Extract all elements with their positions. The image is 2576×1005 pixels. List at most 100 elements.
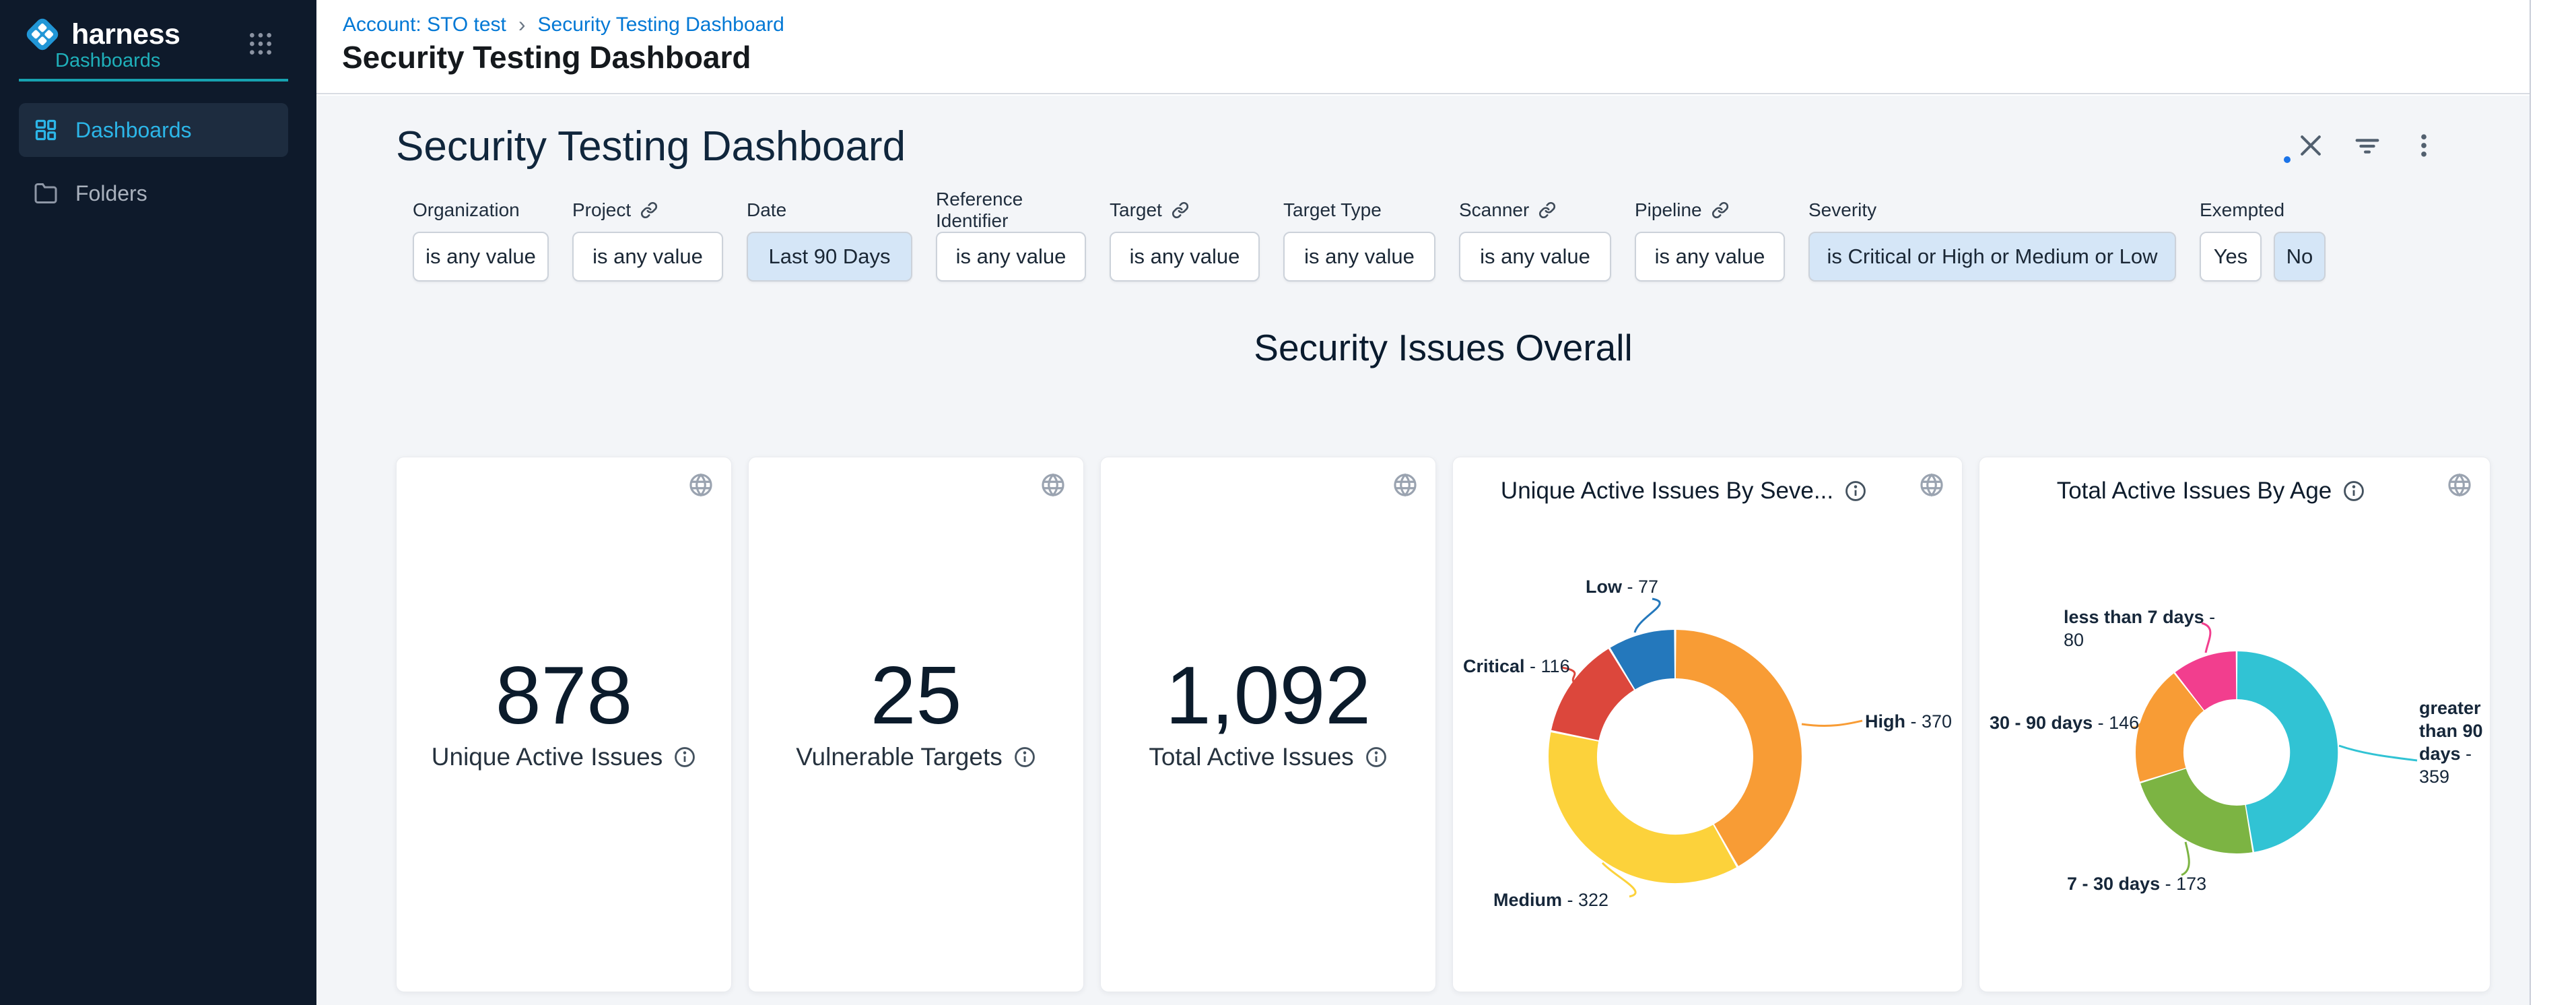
donut-callout-label: 30 - 90 days - 146	[1990, 711, 2151, 734]
globe-icon	[1040, 472, 1066, 498]
donut-leader-line	[1635, 599, 1660, 633]
stat-label: Vulnerable Targets	[796, 743, 1002, 771]
filter-target: Target is any value	[1110, 198, 1260, 282]
filter-value-chip[interactable]: is any value	[936, 232, 1086, 282]
close-icon[interactable]	[2295, 129, 2327, 162]
stat-label: Total Active Issues	[1149, 743, 1353, 771]
donut-card-issues-by-severity: Unique Active Issues By Seve... High - 3…	[1452, 457, 1963, 992]
donut-segment-low[interactable]	[1623, 654, 1674, 669]
sidebar-nav: Dashboards Folders	[19, 103, 288, 220]
sidebar: harness Dashboards Dashboards	[0, 0, 316, 1005]
brand-name: harness	[71, 18, 180, 51]
filter-exempted: Exempted Yes No	[2200, 198, 2326, 282]
donut-leader-line	[2181, 842, 2189, 875]
filter-severity: Severity is Critical or High or Medium o…	[1808, 198, 2176, 282]
breadcrumb-separator: ›	[518, 12, 526, 37]
filter-value-chip[interactable]: Last 90 Days	[747, 232, 912, 282]
filter-value-chip[interactable]: is any value	[1635, 232, 1785, 282]
page-title: Security Testing Dashboard	[342, 39, 751, 75]
filter-value-chip[interactable]: is any value	[1110, 232, 1260, 282]
donut-segment-medium[interactable]	[1573, 737, 1725, 859]
breadcrumb-current-link[interactable]: Security Testing Dashboard	[538, 13, 784, 36]
donut-segment-7-30-days[interactable]	[2163, 776, 2249, 829]
filter-value-chip[interactable]: is any value	[1283, 232, 1435, 282]
stat-card-total-active-issues: 1,092 Total Active Issues	[1100, 457, 1436, 992]
stat-label: Unique Active Issues	[432, 743, 663, 771]
donut-callout-label: less than 7 days - 80	[2064, 606, 2239, 651]
filter-target-type: Target Type is any value	[1283, 198, 1435, 282]
filter-label: Date	[747, 199, 786, 221]
info-icon[interactable]	[1365, 746, 1388, 769]
filter-value-chip[interactable]: is any value	[413, 232, 549, 282]
filter-label: Reference Identifier	[936, 189, 1086, 232]
stat-value: 1,092	[1101, 654, 1435, 736]
filter-value-chip[interactable]: is any value	[572, 232, 723, 282]
filter-label: Scanner	[1459, 199, 1529, 221]
filter-reference-identifier: Reference Identifier is any value	[936, 198, 1086, 282]
dashboard-title: Security Testing Dashboard	[396, 123, 906, 170]
stat-card-unique-active-issues: 878 Unique Active Issues	[396, 457, 732, 992]
scrollbar-gutter[interactable]	[2530, 0, 2576, 1005]
donut-leader-line	[2339, 746, 2417, 760]
donut-callout-label: 7 - 30 days - 173	[2067, 872, 2235, 895]
stat-card-vulnerable-targets: 25 Vulnerable Targets	[748, 457, 1084, 992]
filter-value-chip[interactable]: is Critical or High or Medium or Low	[1808, 232, 2176, 282]
info-icon[interactable]	[1013, 746, 1036, 769]
cards-row: 878 Unique Active Issues 25 Vulnerable T…	[396, 457, 2490, 992]
breadcrumb: Account: STO test › Security Testing Das…	[343, 12, 784, 37]
link-icon	[640, 201, 658, 219]
donut-callout-label: Critical - 116	[1463, 655, 1611, 678]
stat-value: 25	[749, 654, 1083, 736]
notification-dot	[2284, 156, 2291, 163]
donut-segment-critical[interactable]	[1575, 670, 1621, 736]
filter-organization: Organization is any value	[413, 198, 549, 282]
donut-segment-30-90-days[interactable]	[2159, 692, 2188, 775]
filter-label: Exempted	[2200, 199, 2284, 221]
kebab-menu-icon[interactable]	[2408, 129, 2440, 162]
folder-icon	[34, 181, 58, 205]
filter-label: Target Type	[1283, 199, 1382, 221]
link-icon	[1172, 201, 1189, 219]
info-icon[interactable]	[673, 746, 696, 769]
sidebar-item-folders[interactable]: Folders	[19, 166, 288, 220]
exempted-no-chip[interactable]: No	[2274, 232, 2326, 282]
filter-pipeline: Pipeline is any value	[1635, 198, 1785, 282]
filter-scanner: Scanner is any value	[1459, 198, 1611, 282]
donut-leader-line	[1802, 721, 1862, 726]
donut-callout-label: Low - 77	[1497, 575, 1658, 598]
donut-card-issues-by-age: Total Active Issues By Age greater than …	[1979, 457, 2490, 992]
donut-callout-label: greater than 90 days - 359	[2419, 696, 2495, 788]
link-icon	[1538, 201, 1556, 219]
filter-label: Project	[572, 199, 631, 221]
filter-label: Severity	[1808, 199, 1876, 221]
donut-callout-label: Medium - 322	[1493, 888, 1668, 911]
filter-label: Pipeline	[1635, 199, 1702, 221]
module-picker-grid-icon[interactable]	[248, 31, 273, 57]
dashboard-panel: Security Testing Dashboard Organization …	[316, 96, 2530, 1005]
donut-segment-greater-than-90-days[interactable]	[2237, 676, 2314, 829]
filter-label: Target	[1110, 199, 1162, 221]
globe-icon	[688, 472, 714, 498]
sidebar-item-label: Folders	[75, 181, 147, 206]
donut-segment-less-than-7-days[interactable]	[2190, 676, 2236, 692]
sidebar-item-label: Dashboards	[75, 118, 192, 143]
filter-icon[interactable]	[2351, 129, 2383, 162]
sidebar-module-label: Dashboards	[55, 50, 160, 72]
stat-value: 878	[397, 654, 731, 736]
sidebar-divider	[19, 79, 288, 82]
filter-label: Organization	[413, 199, 520, 221]
top-header: Account: STO test › Security Testing Das…	[316, 0, 2530, 94]
dashboard-actions	[2295, 129, 2440, 162]
filter-value-chip[interactable]: is any value	[1459, 232, 1611, 282]
filter-date: Date Last 90 Days	[747, 198, 912, 282]
breadcrumb-account-link[interactable]: Account: STO test	[343, 13, 506, 36]
sidebar-item-dashboards[interactable]: Dashboards	[19, 103, 288, 157]
dashboards-icon	[34, 118, 58, 142]
donut-segment-high[interactable]	[1676, 654, 1777, 845]
filter-bar: Organization is any value Project is any…	[413, 198, 2326, 282]
filter-project: Project is any value	[572, 198, 723, 282]
globe-icon	[1392, 472, 1418, 498]
exempted-yes-chip[interactable]: Yes	[2200, 232, 2262, 282]
link-icon	[1711, 201, 1729, 219]
section-title: Security Issues Overall	[396, 326, 2490, 369]
